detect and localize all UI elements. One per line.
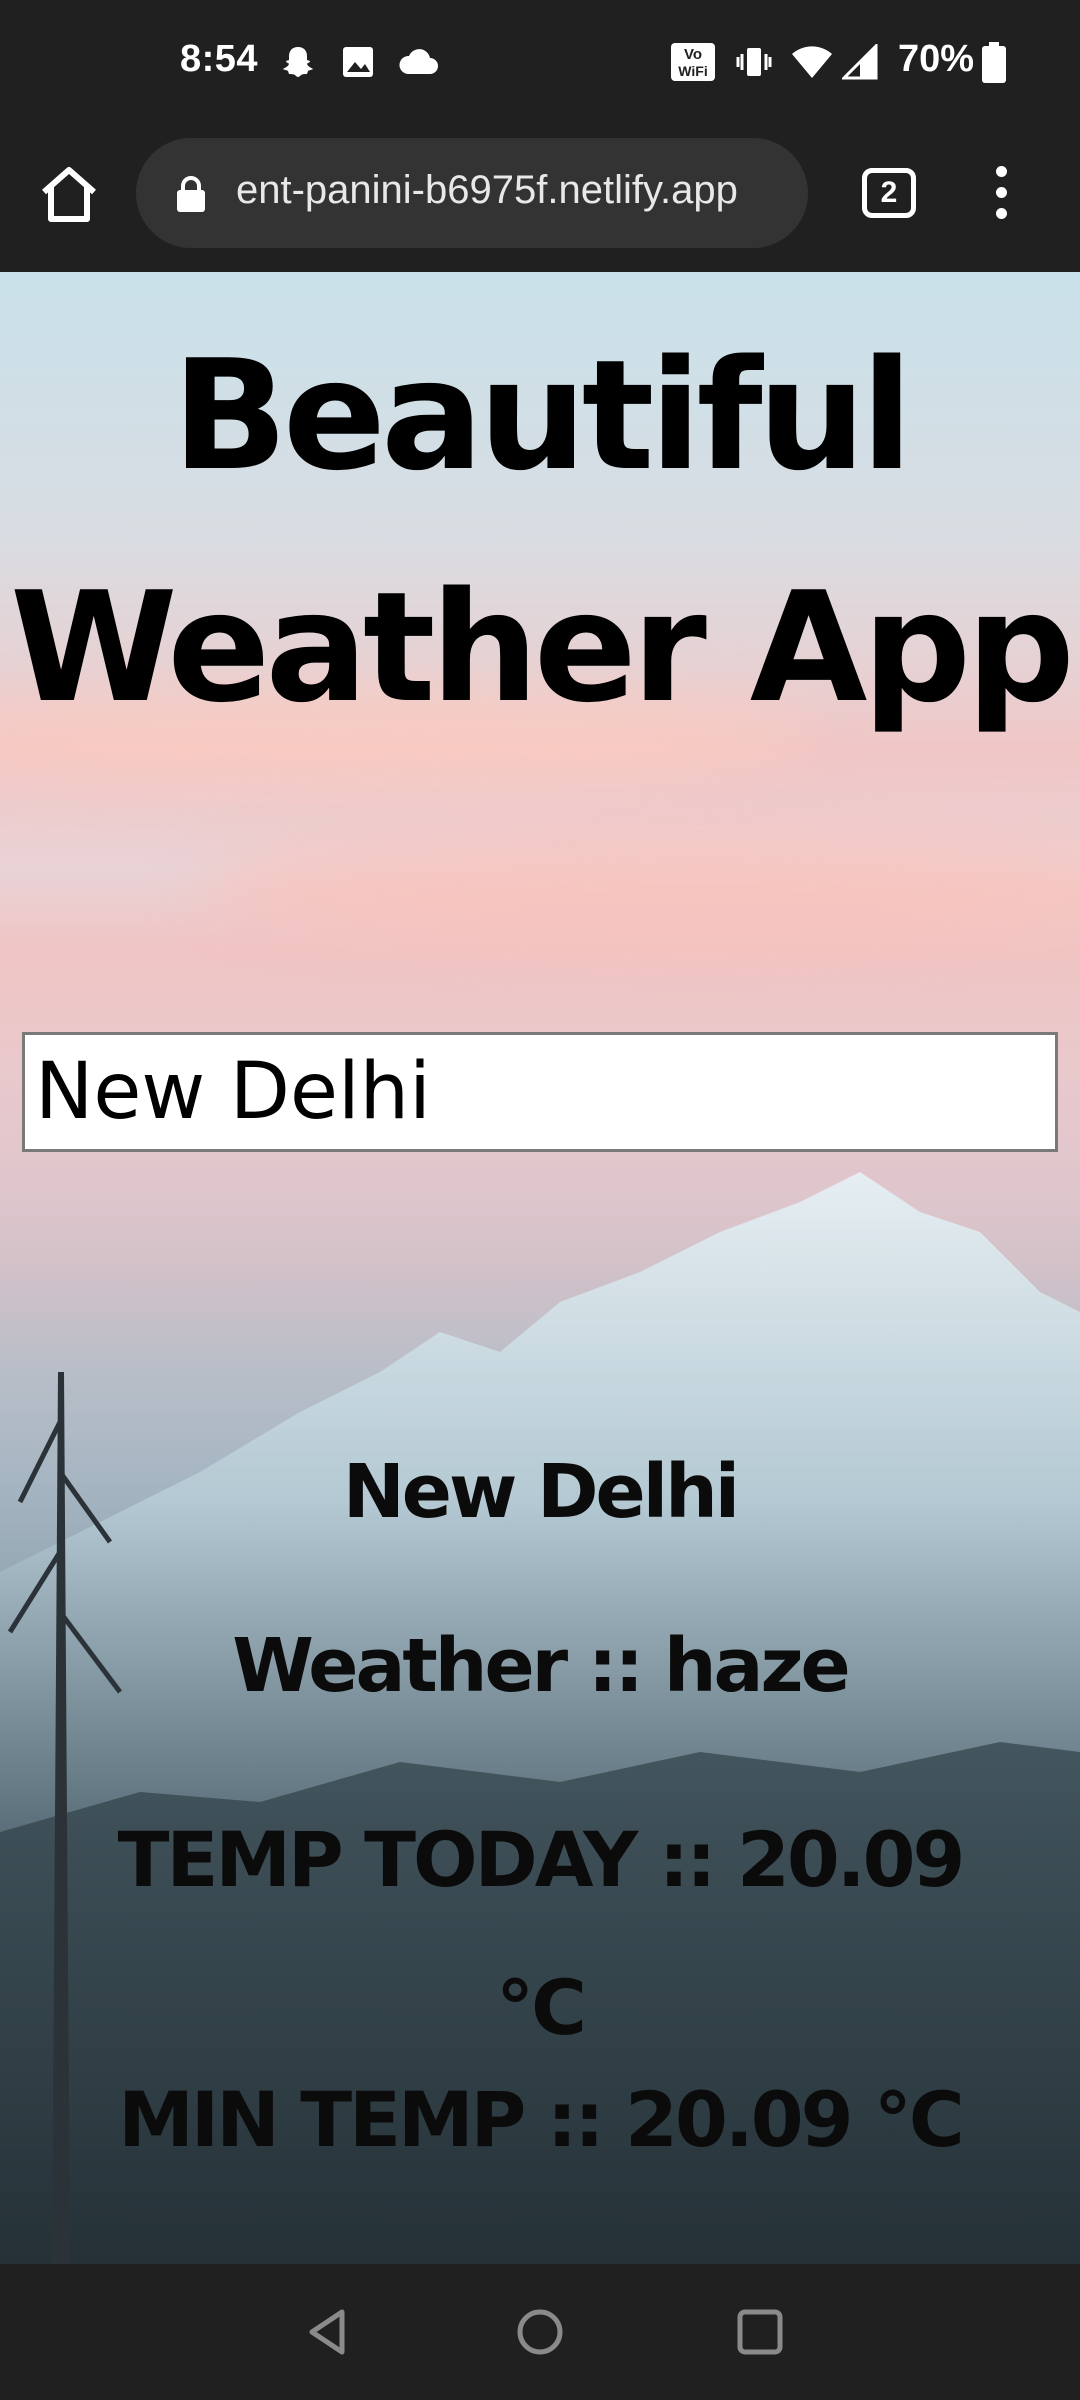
home-nav-icon[interactable] (510, 2302, 570, 2362)
lock-icon (177, 176, 205, 212)
more-menu-icon[interactable] (984, 166, 1018, 226)
tab-switcher-button[interactable]: 2 (862, 168, 916, 218)
system-nav-bar (0, 2264, 1080, 2400)
browser-toolbar: ent-panini-b6975f.netlify.app 2 (0, 128, 1080, 272)
temp-today: TEMP TODAY :: 20.09 °C (117, 1815, 966, 2052)
svg-text:Vo: Vo (684, 46, 702, 63)
home-icon[interactable] (34, 160, 104, 230)
city-search-input[interactable] (22, 1032, 1058, 1152)
address-bar[interactable]: ent-panini-b6975f.netlify.app (136, 138, 808, 248)
status-time: 8:54 (180, 38, 259, 80)
city-name: New Delhi (342, 1449, 740, 1535)
svg-text:WiFi: WiFi (678, 63, 707, 79)
recents-icon[interactable] (730, 2302, 790, 2362)
weather-condition: Weather :: haze (232, 1623, 850, 1709)
web-page: Beautiful Weather App New Delhi Weather … (0, 272, 1080, 2264)
min-temp: MIN TEMP :: 20.09 °C (118, 2075, 964, 2164)
snapchat-icon (283, 47, 313, 77)
status-bar: 8:54 Vo WiFi 70% (0, 0, 1080, 128)
url-text: ent-panini-b6975f.netlify.app (236, 168, 738, 212)
signal-icon (842, 44, 878, 80)
back-icon[interactable] (298, 2302, 358, 2362)
battery-percentage: 70% (898, 38, 975, 80)
image-icon (343, 47, 373, 77)
page-title: Beautiful Weather App (10, 327, 1075, 736)
wifi-icon (792, 46, 832, 78)
vowifi-icon: Vo WiFi (671, 43, 715, 81)
vibrate-icon (736, 48, 772, 76)
cloud-icon (399, 49, 438, 74)
battery-icon (982, 42, 1006, 83)
